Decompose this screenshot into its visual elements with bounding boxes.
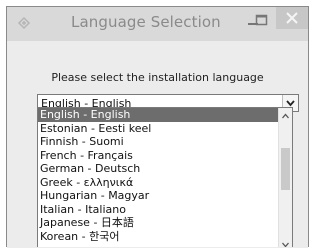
scroll-thumb[interactable] <box>281 148 290 190</box>
list-item[interactable]: English - English <box>38 108 279 122</box>
language-options: English - English Estonian - Eesti keel … <box>38 108 279 243</box>
list-item[interactable]: Greek - ελληνικά <box>38 176 279 190</box>
language-dropdown-list[interactable]: English - English Estonian - Eesti keel … <box>37 107 293 247</box>
scroll-up-icon[interactable] <box>279 108 292 122</box>
window-title: Language Selection <box>71 13 221 31</box>
list-item[interactable]: Italian - Italiano <box>38 203 279 217</box>
instruction-text: Please select the installation language <box>51 71 264 84</box>
installer-icon <box>17 15 31 30</box>
list-item[interactable]: French - Français <box>38 149 279 163</box>
list-item[interactable]: Hungarian - Magyar <box>38 189 279 203</box>
close-icon[interactable] <box>276 7 308 29</box>
maximize-icon[interactable] <box>254 13 270 29</box>
list-item[interactable]: German - Deutsch <box>38 162 279 176</box>
list-item[interactable]: Finnish - Suomi <box>38 135 279 149</box>
list-item[interactable]: Korean - 한국어 <box>38 230 279 244</box>
list-item[interactable]: Japanese - 日本語 <box>38 216 279 230</box>
vertical-scrollbar[interactable] <box>278 108 292 247</box>
list-item[interactable]: Estonian - Eesti keel <box>38 122 279 136</box>
title-bar[interactable]: Language Selection <box>7 7 308 41</box>
scroll-down-icon[interactable] <box>279 236 292 247</box>
